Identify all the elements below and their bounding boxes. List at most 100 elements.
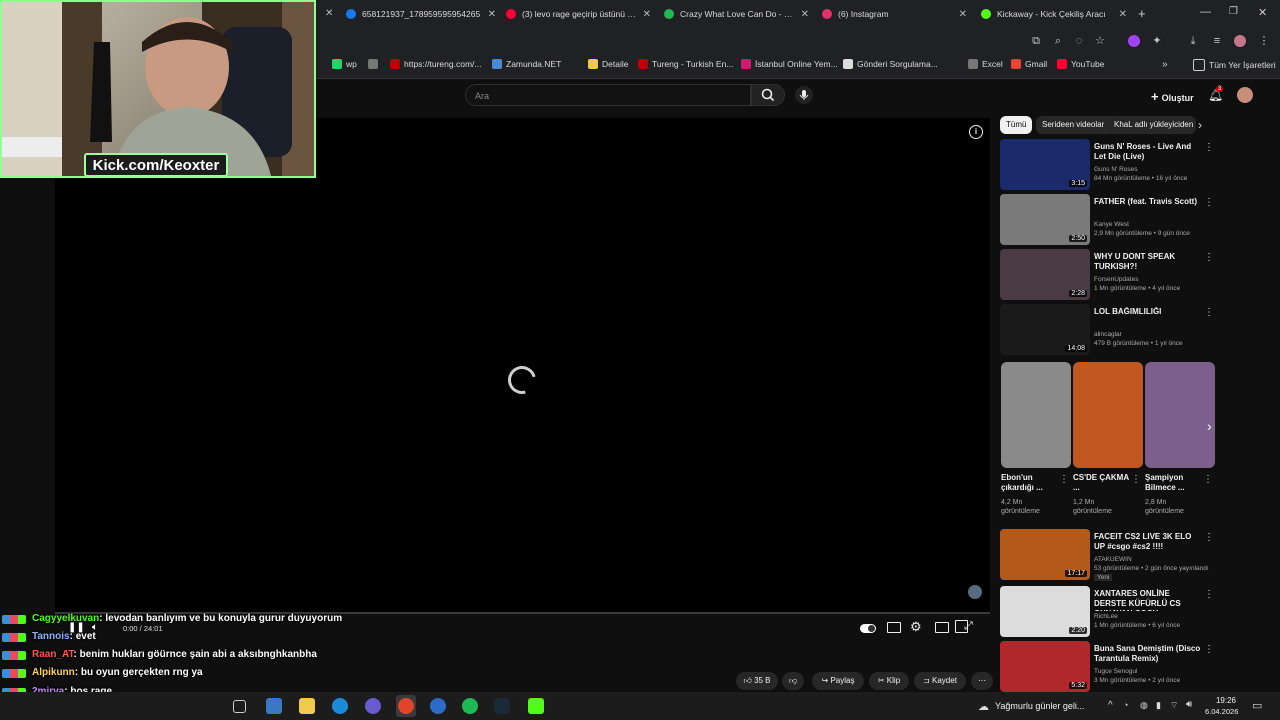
more-vertical-icon[interactable]: ⋮ <box>1204 142 1214 153</box>
recommended-video[interactable]: 17:17 FACEIT CS2 LIVE 3K ELO UP #csgo #cs… <box>1000 529 1220 581</box>
more-vertical-icon[interactable]: ⋮ <box>1204 197 1214 208</box>
volume-icon[interactable]: 🔊︎ <box>1186 699 1192 710</box>
like-button[interactable]: 👍︎ 35 B <box>736 672 778 690</box>
chrome-icon[interactable] <box>398 698 414 714</box>
shorts-next-icon[interactable]: › <box>1207 418 1212 434</box>
bookmark-item[interactable]: Detaile <box>588 59 628 69</box>
spotify-icon[interactable] <box>462 698 478 714</box>
short-title[interactable]: Şampiyon Bilmece ... <box>1145 473 1203 493</box>
new-tab-icon[interactable]: + <box>1138 6 1146 21</box>
install-icon[interactable]: ⧉ <box>1030 35 1042 47</box>
more-vertical-icon[interactable]: ⋮ <box>1059 474 1069 485</box>
tab-search-icon[interactable]: ≡ <box>1211 35 1223 47</box>
close-tab-icon[interactable]: ✕ <box>643 9 651 20</box>
more-actions-button[interactable]: ⋯ <box>971 672 993 690</box>
copilot-icon[interactable] <box>266 698 282 714</box>
close-tab-icon[interactable]: ✕ <box>488 9 496 20</box>
profile-avatar[interactable] <box>1234 35 1246 47</box>
video-thumbnail[interactable]: 2:50 <box>1000 194 1090 245</box>
fullscreen-icon[interactable]: ⤢ <box>964 620 973 633</box>
video-title[interactable]: XANTARES ONLİNE DERSTE KÜFÜRLÜ CS OYNAYA… <box>1094 589 1204 611</box>
recommended-video[interactable]: 2:20 XANTARES ONLİNE DERSTE KÜFÜRLÜ CS OY… <box>1000 586 1220 638</box>
window-close-icon[interactable]: ✕ <box>1258 6 1267 19</box>
chevron-right-icon[interactable]: » <box>1162 59 1168 70</box>
eye-off-icon[interactable]: ◌ <box>1073 35 1085 47</box>
weather-text[interactable]: Yağmurlu günler geli... <box>995 701 1084 711</box>
video-thumbnail[interactable]: 14:08 <box>1000 304 1090 355</box>
create-button[interactable]: + Oluştur <box>1151 89 1194 104</box>
steam-icon[interactable] <box>494 698 510 714</box>
extensions-puzzle-icon[interactable]: ✦ <box>1151 35 1163 47</box>
app-icon[interactable] <box>430 698 446 714</box>
channel-name[interactable]: Kanye West <box>1094 221 1129 228</box>
short-title[interactable]: CS'DE ÇAKMA ... <box>1073 473 1131 493</box>
notification-center-icon[interactable]: ▭ <box>1252 699 1262 712</box>
miniplayer-icon[interactable] <box>935 622 949 633</box>
bookmark-item[interactable]: Tureng - Turkish En... <box>638 59 733 69</box>
video-thumbnail[interactable]: 5:32 <box>1000 641 1090 692</box>
recommended-video[interactable]: 2:50 FATHER (feat. Travis Scott) Kanye Wes… <box>1000 194 1220 246</box>
video-title[interactable]: FATHER (feat. Travis Scott) <box>1094 197 1204 207</box>
close-tab-icon[interactable]: ✕ <box>325 8 333 19</box>
voice-search-button[interactable] <box>795 86 813 104</box>
bookmark-item[interactable]: Zamunda.NET <box>492 59 561 69</box>
more-vertical-icon[interactable]: ⋮ <box>1204 307 1214 318</box>
extension-icon[interactable] <box>1128 35 1140 47</box>
chip-uploader[interactable]: KhaL adlı yükleyiciden <box>1108 116 1196 134</box>
more-vertical-icon[interactable]: ⋮ <box>1131 474 1141 485</box>
video-title[interactable]: Guns N' Roses - Live And Let Die (Live) <box>1094 142 1204 162</box>
download-icon[interactable]: ⤓ <box>1187 35 1199 47</box>
file-explorer-icon[interactable] <box>299 698 315 714</box>
share-button[interactable]: ↪ Paylaş <box>812 672 864 690</box>
edge-icon[interactable] <box>332 698 348 714</box>
video-title[interactable]: WHY U DONT SPEAK TURKISH?! <box>1094 252 1204 272</box>
bookmark-item[interactable]: wp <box>332 59 357 69</box>
battery-icon[interactable]: ▮ <box>1156 700 1161 711</box>
kick-icon[interactable] <box>528 698 544 714</box>
all-bookmarks[interactable]: Tüm Yer İşaretleri <box>1193 59 1276 71</box>
short-title[interactable]: Ebon'un çıkardığı ... <box>1001 473 1059 493</box>
more-vertical-icon[interactable]: ⋮ <box>1204 252 1214 263</box>
dislike-button[interactable]: 👎︎ <box>782 672 804 690</box>
bookmark-item[interactable]: Gmail <box>1011 59 1047 69</box>
short-thumbnail[interactable] <box>1145 362 1215 468</box>
video-thumbnail[interactable]: 17:17 <box>1000 529 1090 580</box>
channel-name[interactable]: ForsenUpdates <box>1094 276 1138 283</box>
clock-time[interactable]: 19:26 <box>1214 696 1238 705</box>
video-thumbnail[interactable]: 2:20 <box>1000 586 1090 637</box>
search-input[interactable]: Ara <box>465 84 751 106</box>
chat-username[interactable]: Cagyyelkuvan <box>32 613 99 624</box>
tab-facebook[interactable]: 658121937_178959595954265 ✕ <box>346 3 496 25</box>
close-tab-icon[interactable]: ✕ <box>1119 9 1127 20</box>
chat-username[interactable]: Tannois <box>32 631 70 642</box>
video-thumbnail[interactable]: 3:15 <box>1000 139 1090 190</box>
recommended-video[interactable]: 14:08 LOL BAĞIMLILIĞI alincaglar 479 B görü… <box>1000 304 1220 356</box>
recommended-video[interactable]: 2:28 WHY U DONT SPEAK TURKISH?! ForsenUpda… <box>1000 249 1220 301</box>
bookmark-item[interactable] <box>368 59 382 69</box>
tab-kickaway[interactable]: Kickaway - Kick Çekiliş Aracı ✕ <box>981 3 1127 25</box>
bookmark-item[interactable]: Gönderi Sorgulama... <box>843 59 938 69</box>
channel-watermark[interactable] <box>968 585 982 599</box>
chat-username[interactable]: Alpikunn <box>32 667 75 678</box>
chevron-right-icon[interactable]: › <box>1198 118 1202 132</box>
info-icon[interactable]: i <box>969 125 983 139</box>
video-thumbnail[interactable]: 2:28 <box>1000 249 1090 300</box>
more-vertical-icon[interactable]: ⋮ <box>1204 644 1214 655</box>
search-button[interactable] <box>751 84 785 106</box>
channel-name[interactable]: RichLee <box>1094 613 1118 620</box>
chip-all[interactable]: Tümü <box>1000 116 1033 134</box>
clock-date[interactable]: 6.04.2026 <box>1205 707 1238 716</box>
channel-name[interactable]: Tugce Senogul <box>1094 668 1138 675</box>
more-vertical-icon[interactable]: ⋮ <box>1204 532 1214 543</box>
channel-name[interactable]: Guns N' Roses <box>1094 166 1138 173</box>
autoplay-toggle[interactable] <box>860 624 876 633</box>
close-tab-icon[interactable]: ✕ <box>959 9 967 20</box>
app-icon[interactable] <box>365 698 381 714</box>
save-button[interactable]: ⊐ Kaydet <box>914 672 966 690</box>
bookmark-item[interactable]: https://tureng.com/... <box>390 59 481 69</box>
zoom-icon[interactable]: ⌕ <box>1052 35 1064 47</box>
video-title[interactable]: LOL BAĞIMLILIĞI <box>1094 307 1204 317</box>
chat-username[interactable]: Raan_AT <box>32 649 74 660</box>
tray-icon[interactable]: ◍ <box>1140 700 1148 711</box>
minimize-icon[interactable]: — <box>1200 6 1211 18</box>
